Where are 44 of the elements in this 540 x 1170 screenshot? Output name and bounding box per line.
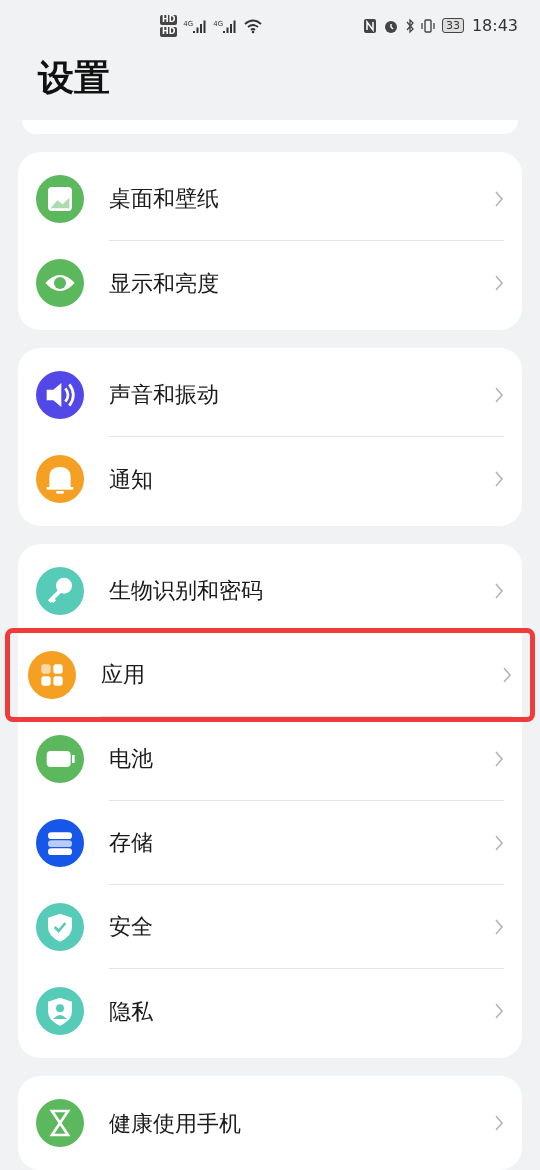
page-title: 设置 (36, 55, 111, 100)
settings-item[interactable]: 健康使用手机 (18, 1081, 522, 1165)
vibrate-icon (419, 17, 436, 34)
nfc-icon (362, 17, 377, 34)
settings-item[interactable]: 存储 (18, 801, 522, 885)
settings-item[interactable]: 显示和亮度 (18, 241, 522, 325)
chevron-icon (494, 581, 504, 600)
settings-item[interactable]: 应用 (10, 633, 530, 717)
chevron-icon (494, 833, 504, 852)
item-label: 生物识别和密码 (109, 577, 264, 605)
signal-icon (193, 18, 208, 33)
item-label: 桌面和壁纸 (109, 185, 220, 213)
settings-item[interactable]: 生物识别和密码 (18, 549, 522, 633)
wifi-icon (243, 17, 264, 34)
settings-item[interactable]: 安全 (18, 885, 522, 969)
sim-label: HD (160, 26, 178, 37)
item-label: 通知 (109, 465, 154, 494)
chevron-icon (494, 274, 504, 292)
item-label: 声音和振动 (109, 381, 220, 409)
chevron-icon (494, 189, 504, 208)
battery-indicator: 33 (441, 18, 464, 34)
item-label: 存储 (109, 829, 154, 857)
item-label: 电池 (109, 745, 154, 773)
chevron-icon (494, 470, 504, 488)
status-time: 18:43 (471, 14, 518, 37)
chevron-icon (494, 749, 504, 768)
settings-item[interactable]: 隐私 (18, 969, 522, 1053)
chevron-icon (494, 1002, 504, 1020)
settings-item[interactable]: 通知 (18, 437, 522, 521)
item-label: 健康使用手机 (109, 1109, 242, 1138)
item-label: 应用 (101, 661, 146, 689)
chevron-icon (494, 917, 504, 936)
settings-item[interactable]: 电池 (18, 717, 522, 801)
item-label: 安全 (109, 913, 154, 941)
item-label: 显示和亮度 (109, 269, 220, 298)
settings-item[interactable]: 桌面和壁纸 (18, 157, 522, 241)
bluetooth-icon (404, 17, 415, 34)
chevron-icon (494, 385, 504, 404)
sim-label: HD (160, 14, 178, 25)
signal-icon (223, 18, 238, 33)
chevron-icon (494, 1114, 504, 1132)
settings-item[interactable]: 声音和振动 (18, 353, 522, 437)
item-label: 隐私 (109, 997, 154, 1026)
chevron-icon (502, 665, 512, 684)
